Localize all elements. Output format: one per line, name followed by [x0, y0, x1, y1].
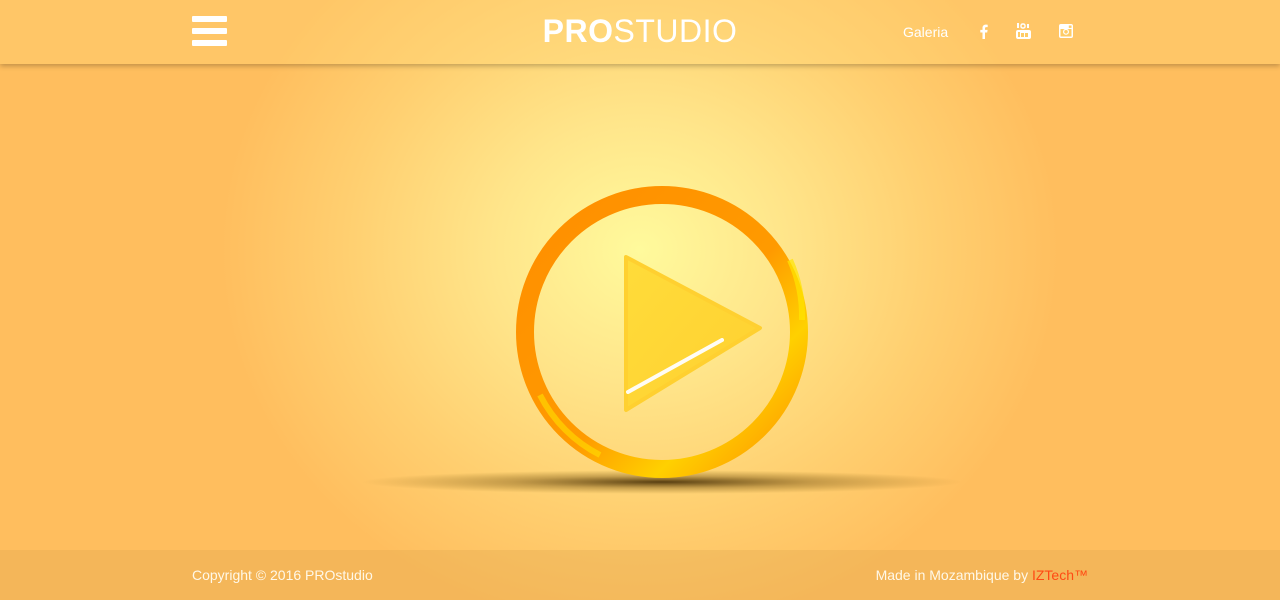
brand-bold-text: PRO	[542, 13, 614, 49]
instagram-icon[interactable]	[1058, 22, 1074, 40]
copyright-text: Copyright © 2016 PROstudio	[192, 567, 373, 583]
play-button-icon[interactable]	[350, 180, 970, 500]
brand-light-text: STUDIO	[613, 13, 738, 49]
hero-section	[350, 180, 970, 500]
brand-logo[interactable]: PROSTUDIO	[0, 13, 1280, 49]
facebook-icon[interactable]	[975, 22, 991, 40]
company-link[interactable]: IZTech™	[1032, 567, 1088, 583]
youtube-icon[interactable]	[1015, 22, 1031, 40]
top-navbar: PROSTUDIO Galeria	[0, 0, 1280, 64]
made-in-text: Made in Mozambique by IZTech™	[876, 567, 1088, 583]
nav-link-galeria[interactable]: Galeria	[903, 24, 948, 40]
made-in-label: Made in Mozambique by	[875, 567, 1032, 583]
footer: Copyright © 2016 PROstudio Made in Mozam…	[0, 550, 1280, 600]
